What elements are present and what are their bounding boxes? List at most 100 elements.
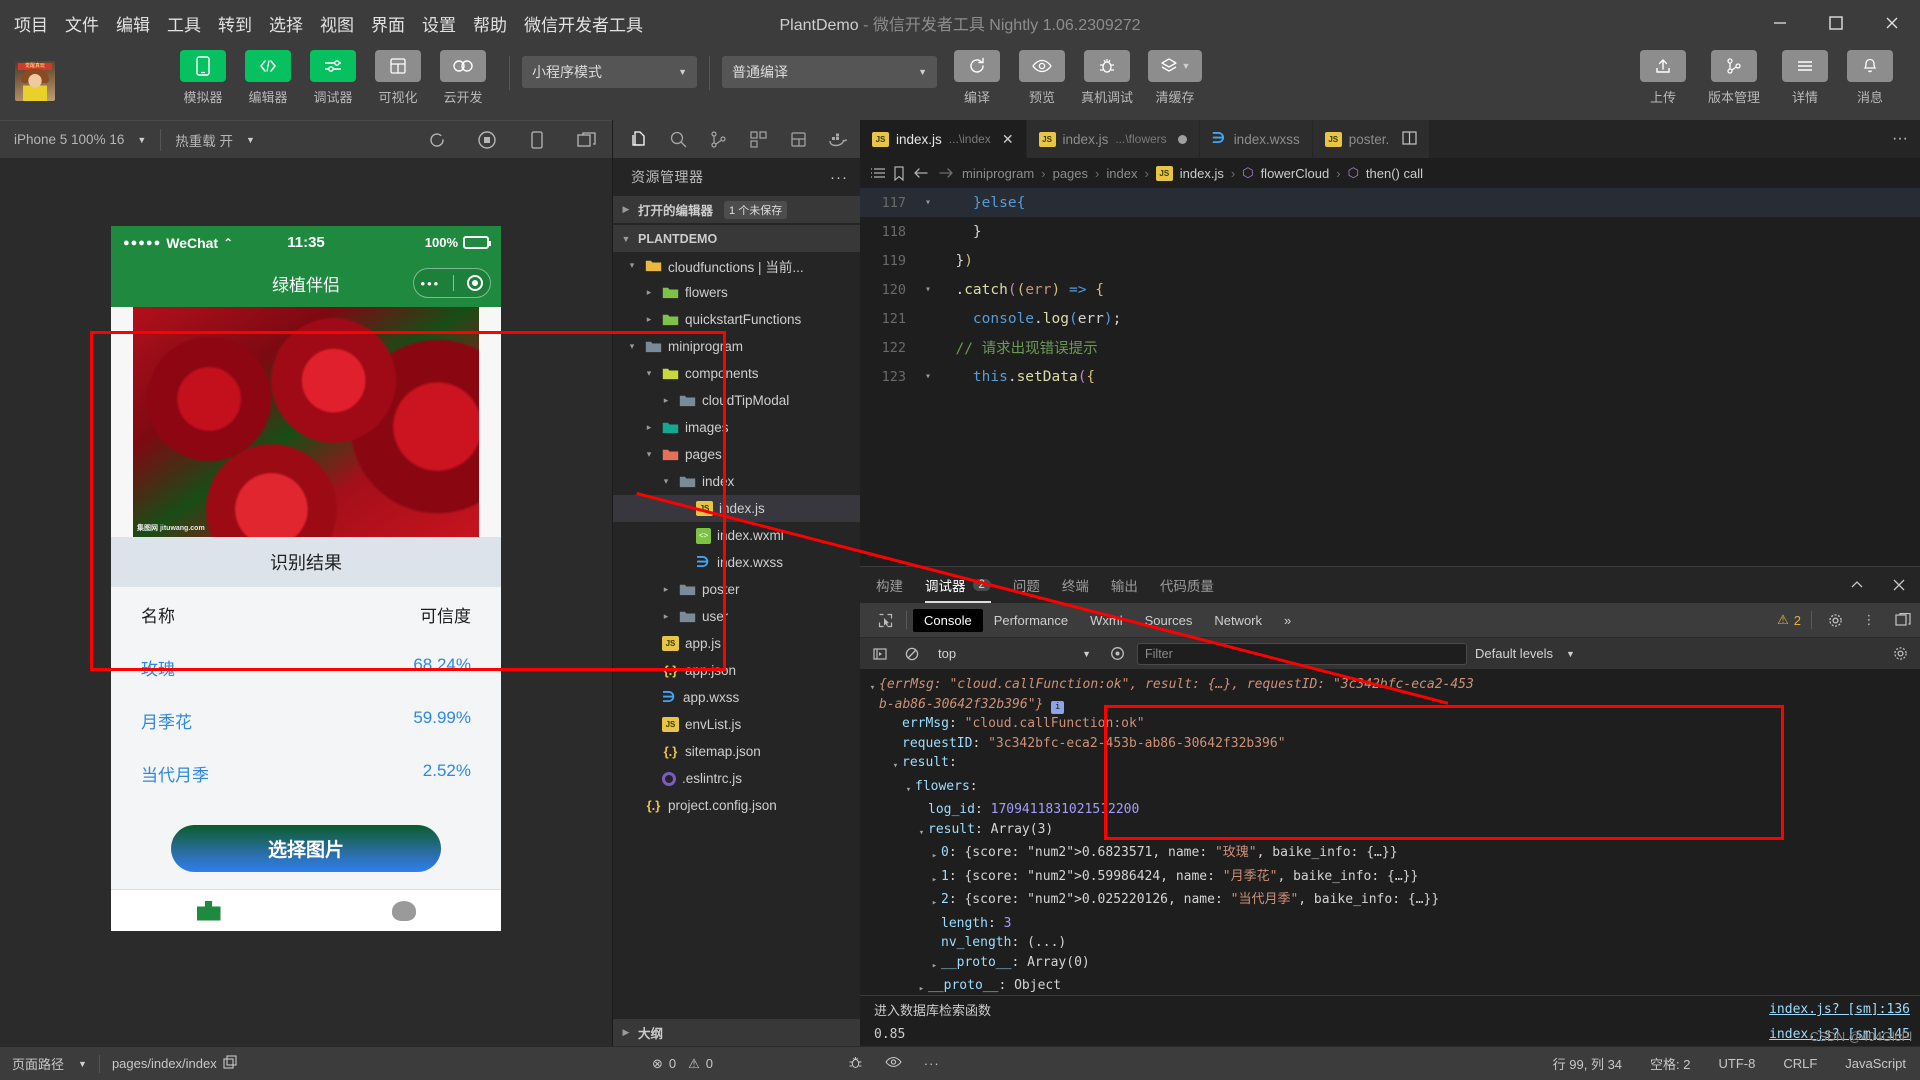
menu-item-goto[interactable]: 转到	[218, 11, 252, 36]
plant-tab-icon[interactable]	[196, 900, 221, 921]
toolbar-button-editor[interactable]: 编辑器	[240, 50, 296, 106]
footer-source-link[interactable]: index.js? [sm]:136	[1769, 1002, 1910, 1017]
eye-icon[interactable]	[1105, 646, 1129, 661]
console-property-row[interactable]: ▾ result: Array(3)	[860, 820, 1920, 844]
stop-icon[interactable]	[462, 121, 512, 159]
toolbar-button-compile[interactable]: 编译	[949, 50, 1005, 106]
menu-item-tools[interactable]: 工具	[167, 11, 201, 36]
status-indentation[interactable]: 空格: 2	[1636, 1054, 1704, 1073]
toolbar-button-cloud[interactable]: 云开发	[435, 50, 491, 106]
close-icon[interactable]	[1878, 567, 1920, 603]
menu-item-devtools[interactable]: 微信开发者工具	[524, 11, 643, 36]
editor-more-icon[interactable]: ···	[1880, 120, 1920, 158]
devtools-tab-network[interactable]: Network	[1203, 609, 1273, 632]
devtools-tab-sources[interactable]: Sources	[1134, 609, 1204, 632]
collapse-icon[interactable]	[1836, 567, 1878, 603]
menu-item-project[interactable]: 项目	[14, 11, 48, 36]
log-levels-select[interactable]: Default levels ▼	[1475, 646, 1575, 661]
kebab-icon[interactable]: ⋮	[1852, 603, 1886, 637]
console-property-row[interactable]: log_id: 1709411831021512200	[860, 800, 1920, 820]
console-property-row[interactable]: errMsg: "cloud.callFunction:ok"	[860, 714, 1920, 734]
source-control-icon[interactable]	[699, 120, 737, 158]
section-project-root[interactable]: ▼ PLANTDEMO	[613, 225, 860, 252]
status-page-path-select[interactable]: 页面路径 ▼	[0, 1047, 99, 1080]
toolbar-button-preview[interactable]: 预览	[1014, 50, 1070, 106]
bug-icon[interactable]	[848, 1055, 863, 1073]
table-row[interactable]: 月季花 59.99%	[133, 693, 479, 746]
chevron-right-icon[interactable]: ▸	[642, 422, 656, 433]
status-eol[interactable]: CRLF	[1769, 1056, 1831, 1071]
tab-poster[interactable]: JS poster.	[1312, 120, 1431, 158]
devtools-tab-wxml[interactable]: Wxml	[1079, 609, 1134, 632]
close-icon[interactable]: ✕	[1002, 131, 1014, 148]
collapse-arrow-icon[interactable]: ▸	[915, 976, 928, 995]
console-property-row[interactable]: length: 3	[860, 914, 1920, 934]
toolbar-button-details[interactable]: 详情	[1777, 50, 1833, 106]
more-icon[interactable]: ···	[830, 169, 848, 186]
menu-item-help[interactable]: 帮助	[473, 11, 507, 36]
copy-icon[interactable]	[223, 1055, 237, 1072]
execute-icon[interactable]	[868, 647, 892, 661]
back-arrow-icon[interactable]	[912, 166, 930, 180]
more-icon[interactable]: ···	[924, 1056, 940, 1071]
file-tree-item[interactable]: ▾ miniprogram	[613, 333, 860, 360]
chevron-down-icon[interactable]: ▾	[659, 476, 673, 487]
console-output[interactable]: ▾ {errMsg: "cloud.callFunction:ok", resu…	[860, 669, 1920, 995]
eye-icon[interactable]	[885, 1056, 902, 1071]
console-property-row[interactable]: ▾ flowers:	[860, 777, 1920, 801]
console-property-row[interactable]: ▾ result:	[860, 753, 1920, 777]
chevron-down-icon[interactable]: ▾	[642, 449, 656, 460]
status-cursor-position[interactable]: 行 99, 列 34	[1539, 1054, 1636, 1073]
panel-tab-output[interactable]: 输出	[1111, 567, 1138, 603]
file-tree-item[interactable]: ▸ flowers	[613, 279, 860, 306]
breadcrumb-pages[interactable]: pages	[1053, 166, 1088, 181]
forward-arrow-icon[interactable]	[937, 166, 955, 180]
minimize-icon[interactable]	[1752, 0, 1808, 46]
file-tree-item[interactable]: ▸ images	[613, 414, 860, 441]
breadcrumb-then-call[interactable]: then() call	[1366, 166, 1423, 181]
docker-icon[interactable]	[819, 120, 857, 158]
status-encoding[interactable]: UTF-8	[1705, 1056, 1770, 1071]
file-tree-item[interactable]: ▸ quickstartFunctions	[613, 306, 860, 333]
file-tree-item[interactable]: ▾ components	[613, 360, 860, 387]
console-property-row[interactable]: requestID: "3c342bfc-eca2-453b-ab86-3064…	[860, 734, 1920, 754]
maximize-icon[interactable]	[1808, 0, 1864, 46]
search-icon[interactable]	[659, 120, 697, 158]
chevron-right-icon[interactable]: ▸	[659, 395, 673, 406]
breadcrumb-flowercloud[interactable]: flowerCloud	[1261, 166, 1330, 181]
menu-item-view[interactable]: 视图	[320, 11, 354, 36]
collapse-arrow-icon[interactable]: ▸	[928, 890, 941, 914]
split-editor-icon[interactable]	[1402, 130, 1417, 148]
wechat-capsule[interactable]: •••	[413, 268, 491, 298]
refresh-icon[interactable]	[412, 121, 462, 159]
breadcrumb-index[interactable]: index	[1106, 166, 1137, 181]
panel-tab-terminal[interactable]: 终端	[1062, 567, 1089, 603]
tab-index-js-flowers[interactable]: JS index.js ...\flowers	[1026, 120, 1200, 158]
hot-reload-select[interactable]: 热重载 开 ▼	[161, 121, 269, 158]
panel-tab-code-quality[interactable]: 代码质量	[1160, 567, 1214, 603]
choose-image-button[interactable]: 选择图片	[171, 825, 441, 872]
toolbar-button-version[interactable]: 版本管理	[1700, 50, 1768, 106]
file-tree-item[interactable]: ▾ index	[613, 468, 860, 495]
toolbar-button-realdevice[interactable]: 真机调试	[1079, 50, 1135, 106]
compile-select[interactable]: 普通编译 ▼	[722, 56, 937, 88]
tab-index-js-index[interactable]: JS index.js ...\index ✕	[860, 120, 1027, 158]
info-icon[interactable]: i	[1051, 700, 1065, 714]
chevron-down-icon[interactable]: ▾	[625, 260, 639, 271]
file-tree-item[interactable]: ▾ pages	[613, 441, 860, 468]
settings-icon[interactable]	[1888, 646, 1912, 661]
menu-item-edit[interactable]: 编辑	[116, 11, 150, 36]
expand-arrow-icon[interactable]: ▾	[866, 675, 879, 699]
table-row[interactable]: 玫瑰 68.24%	[133, 640, 479, 693]
devtools-tab-console[interactable]: Console	[913, 608, 983, 632]
console-property-row[interactable]: ▸ __proto__: Object	[860, 976, 1920, 995]
file-tree-item[interactable]: ▸ cloudTipModal	[613, 387, 860, 414]
table-row[interactable]: 当代月季 2.52%	[133, 746, 479, 799]
code-editor[interactable]: 117 ▾ }else{ 118 } 119 }) 120 ▾ .catch((…	[860, 188, 1920, 566]
layout-icon[interactable]	[779, 120, 817, 158]
fold-icon[interactable]: ▾	[918, 371, 938, 382]
dock-icon[interactable]	[1886, 603, 1920, 637]
expand-arrow-icon[interactable]: ▾	[902, 777, 915, 801]
console-filter-input[interactable]: Filter	[1137, 642, 1467, 665]
files-icon[interactable]	[619, 120, 657, 158]
